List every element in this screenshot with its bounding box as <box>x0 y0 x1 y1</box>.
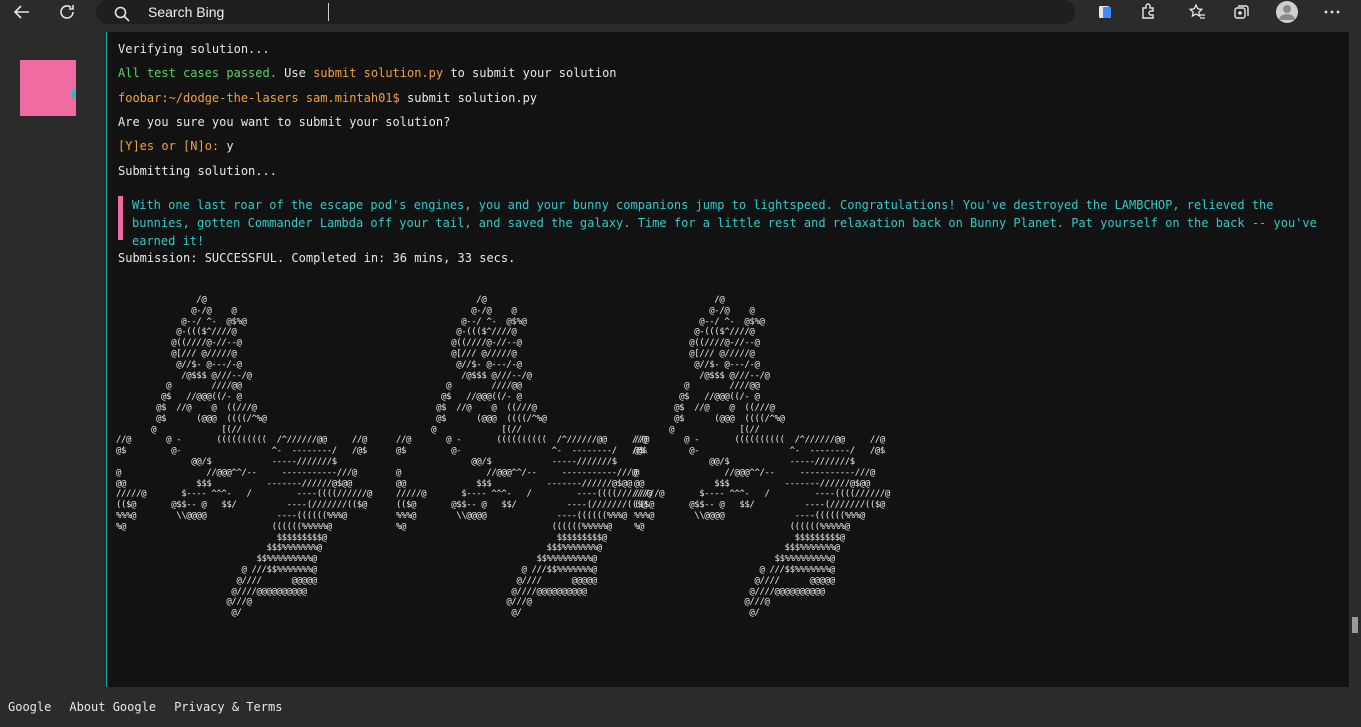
verifying-line: Verifying solution... <box>118 42 270 56</box>
typed-command: submit solution.py <box>399 91 538 105</box>
submit-hint-text: to submit your solution <box>443 66 617 80</box>
submission-result: Submission: SUCCESSFUL. Completed in: 36… <box>118 251 516 265</box>
favorites-icon[interactable] <box>1185 0 1209 24</box>
profile-avatar-icon[interactable] <box>1275 0 1299 24</box>
tests-passed-text: All test cases passed. <box>118 66 277 80</box>
submit-command-highlight: submit solution.py <box>313 66 444 80</box>
use-text: Use <box>276 66 314 80</box>
search-icon <box>110 2 134 26</box>
page-footer: Google About Google Privacy & Terms <box>0 687 1361 727</box>
ascii-art-bunny-2: /@ @-/@ @ @--/ ^- @$%@ @-((($^////@ @((/… <box>396 295 652 619</box>
text-caret <box>328 3 329 21</box>
back-arrow-icon[interactable] <box>10 0 34 24</box>
reading-view-icon[interactable] <box>1093 0 1117 24</box>
footer-link-about-google[interactable]: About Google <box>69 700 156 714</box>
user-answer: y <box>219 139 234 153</box>
tests-passed-line: All test cases passed. Use submit soluti… <box>118 66 617 80</box>
ascii-art-bunny-3: /@ @-/@ @ @--/ ^- @$%@ @-((($^////@ @((/… <box>634 295 890 619</box>
scrollbar-thumb[interactable] <box>1352 617 1358 633</box>
refresh-icon[interactable] <box>55 0 79 24</box>
search-input[interactable]: Search Bing <box>148 2 224 22</box>
terminal-scrollbar[interactable] <box>1349 32 1361 687</box>
address-bar[interactable]: Search Bing <box>96 0 1075 24</box>
profile-block-notch <box>72 90 76 98</box>
collections-icon[interactable] <box>1229 0 1253 24</box>
extensions-icon[interactable] <box>1136 0 1160 24</box>
prompt-line: foobar:~/dodge-the-lasers sam.mintah01$ … <box>118 91 537 105</box>
ascii-art-bunny-1: /@ @-/@ @ @--/ ^- @$%@ @-((($^////@ @((/… <box>116 295 372 619</box>
shell-prompt: foobar:~/dodge-the-lasers sam.mintah01$ <box>118 91 400 105</box>
success-message: With one last roar of the escape pod's e… <box>118 196 1318 248</box>
confirm-question: Are you sure you want to submit your sol… <box>118 115 451 129</box>
footer-link-google[interactable]: Google <box>8 700 51 714</box>
terminal-window[interactable]: Verifying solution... All test cases pas… <box>106 32 1350 687</box>
more-menu-icon[interactable] <box>1320 0 1344 24</box>
profile-block <box>20 60 76 116</box>
submitting-line: Submitting solution... <box>118 164 277 178</box>
footer-link-privacy-terms[interactable]: Privacy & Terms <box>174 700 282 714</box>
browser-toolbar: Search Bing <box>0 0 1361 32</box>
yes-no-line: [Y]es or [N]o: y <box>118 139 234 153</box>
left-pane <box>0 32 106 687</box>
yes-no-prompt: [Y]es or [N]o: <box>118 139 220 153</box>
